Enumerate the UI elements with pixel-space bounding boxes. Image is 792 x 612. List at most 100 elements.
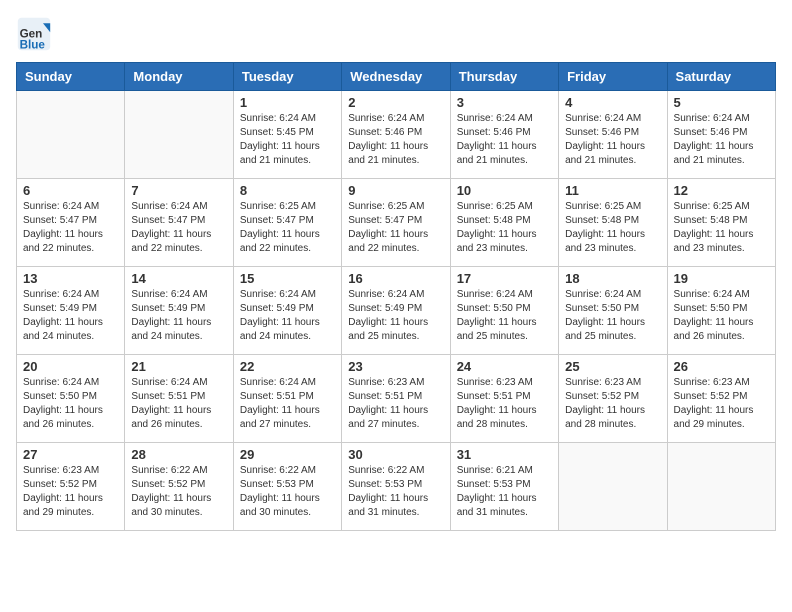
calendar-day-cell: 3 Sunrise: 6:24 AMSunset: 5:46 PMDaylight… bbox=[450, 91, 558, 179]
calendar-day-cell: 21Sunrise: 6:24 AMSunset: 5:51 PMDayligh… bbox=[125, 355, 233, 443]
day-number: 7 bbox=[131, 183, 226, 198]
day-number: 25 bbox=[565, 359, 660, 374]
calendar-day-cell: 13 Sunrise: 6:24 AMSunset: 5:49 PMDayligh… bbox=[17, 267, 125, 355]
day-number: 9 bbox=[348, 183, 443, 198]
calendar-week-row: 20 Sunrise: 6:24 AMSunset: 5:50 PMDayligh… bbox=[17, 355, 776, 443]
day-info: Sunrise: 6:24 AMSunset: 5:49 PMDaylight:… bbox=[348, 288, 443, 344]
calendar-day-cell: 2 Sunrise: 6:24 AMSunset: 5:46 PMDaylight… bbox=[342, 91, 450, 179]
day-info: Sunrise: 6:24 AMSunset: 5:46 PMDaylight:… bbox=[348, 112, 443, 168]
calendar-day-cell: 27Sunrise: 6:23 AMSunset: 5:52 PMDayligh… bbox=[17, 443, 125, 531]
day-info: Sunrise: 6:25 AMSunset: 5:48 PMDaylight:… bbox=[674, 200, 769, 256]
page-header: Gen Blue bbox=[16, 16, 776, 52]
calendar-day-cell: 29Sunrise: 6:22 AMSunset: 5:53 PMDayligh… bbox=[233, 443, 341, 531]
calendar-day-cell: 10Sunrise: 6:25 AMSunset: 5:48 PMDayligh… bbox=[450, 179, 558, 267]
day-number: 17 bbox=[457, 271, 552, 286]
calendar-day-cell: 25 Sunrise: 6:23 AMSunset: 5:52 PMDayligh… bbox=[559, 355, 667, 443]
day-number: 21 bbox=[131, 359, 226, 374]
day-number: 8 bbox=[240, 183, 335, 198]
calendar-day-cell: 14 Sunrise: 6:24 AMSunset: 5:49 PMDayligh… bbox=[125, 267, 233, 355]
day-info: Sunrise: 6:22 AMSunset: 5:53 PMDaylight:… bbox=[240, 464, 335, 520]
day-number: 13 bbox=[23, 271, 118, 286]
day-info: Sunrise: 6:24 AMSunset: 5:49 PMDaylight:… bbox=[23, 288, 118, 344]
calendar-week-row: 1 Sunrise: 6:24 AMSunset: 5:45 PMDaylight… bbox=[17, 91, 776, 179]
day-number: 30 bbox=[348, 447, 443, 462]
day-number: 15 bbox=[240, 271, 335, 286]
day-number: 22 bbox=[240, 359, 335, 374]
calendar-day-cell bbox=[17, 91, 125, 179]
calendar-day-cell: 24Sunrise: 6:23 AMSunset: 5:51 PMDayligh… bbox=[450, 355, 558, 443]
calendar-day-cell: 30 Sunrise: 6:22 AMSunset: 5:53 PMDayligh… bbox=[342, 443, 450, 531]
calendar-day-cell: 26 Sunrise: 6:23 AMSunset: 5:52 PMDayligh… bbox=[667, 355, 775, 443]
day-info: Sunrise: 6:24 AMSunset: 5:49 PMDaylight:… bbox=[240, 288, 335, 344]
day-number: 3 bbox=[457, 95, 552, 110]
day-info: Sunrise: 6:23 AMSunset: 5:52 PMDaylight:… bbox=[23, 464, 118, 520]
day-number: 23 bbox=[348, 359, 443, 374]
day-info: Sunrise: 6:23 AMSunset: 5:52 PMDaylight:… bbox=[674, 376, 769, 432]
day-number: 11 bbox=[565, 183, 660, 198]
calendar-day-cell: 12Sunrise: 6:25 AMSunset: 5:48 PMDayligh… bbox=[667, 179, 775, 267]
day-number: 5 bbox=[674, 95, 769, 110]
calendar-week-row: 13 Sunrise: 6:24 AMSunset: 5:49 PMDayligh… bbox=[17, 267, 776, 355]
calendar-day-cell: 4 Sunrise: 6:24 AMSunset: 5:46 PMDaylight… bbox=[559, 91, 667, 179]
day-number: 24 bbox=[457, 359, 552, 374]
calendar-day-cell: 11 Sunrise: 6:25 AMSunset: 5:48 PMDayligh… bbox=[559, 179, 667, 267]
calendar-day-header: Wednesday bbox=[342, 63, 450, 91]
day-info: Sunrise: 6:24 AMSunset: 5:45 PMDaylight:… bbox=[240, 112, 335, 168]
calendar-day-cell: 1 Sunrise: 6:24 AMSunset: 5:45 PMDaylight… bbox=[233, 91, 341, 179]
calendar-day-header: Saturday bbox=[667, 63, 775, 91]
day-number: 20 bbox=[23, 359, 118, 374]
calendar-day-cell: 23 Sunrise: 6:23 AMSunset: 5:51 PMDayligh… bbox=[342, 355, 450, 443]
calendar-week-row: 27Sunrise: 6:23 AMSunset: 5:52 PMDayligh… bbox=[17, 443, 776, 531]
calendar-day-cell: 19 Sunrise: 6:24 AMSunset: 5:50 PMDayligh… bbox=[667, 267, 775, 355]
day-info: Sunrise: 6:24 AMSunset: 5:47 PMDaylight:… bbox=[23, 200, 118, 256]
day-info: Sunrise: 6:24 AMSunset: 5:47 PMDaylight:… bbox=[131, 200, 226, 256]
day-info: Sunrise: 6:24 AMSunset: 5:50 PMDaylight:… bbox=[674, 288, 769, 344]
day-number: 2 bbox=[348, 95, 443, 110]
calendar-table: SundayMondayTuesdayWednesdayThursdayFrid… bbox=[16, 62, 776, 531]
day-number: 19 bbox=[674, 271, 769, 286]
day-number: 31 bbox=[457, 447, 552, 462]
day-info: Sunrise: 6:24 AMSunset: 5:51 PMDaylight:… bbox=[240, 376, 335, 432]
calendar-day-header: Sunday bbox=[17, 63, 125, 91]
calendar-day-header: Friday bbox=[559, 63, 667, 91]
logo-icon: Gen Blue bbox=[16, 16, 52, 52]
day-info: Sunrise: 6:25 AMSunset: 5:48 PMDaylight:… bbox=[565, 200, 660, 256]
calendar-day-cell: 6 Sunrise: 6:24 AMSunset: 5:47 PMDaylight… bbox=[17, 179, 125, 267]
day-number: 14 bbox=[131, 271, 226, 286]
calendar-day-cell: 9 Sunrise: 6:25 AMSunset: 5:47 PMDaylight… bbox=[342, 179, 450, 267]
day-info: Sunrise: 6:23 AMSunset: 5:52 PMDaylight:… bbox=[565, 376, 660, 432]
calendar-day-cell: 16 Sunrise: 6:24 AMSunset: 5:49 PMDayligh… bbox=[342, 267, 450, 355]
calendar-day-cell: 5 Sunrise: 6:24 AMSunset: 5:46 PMDaylight… bbox=[667, 91, 775, 179]
day-info: Sunrise: 6:24 AMSunset: 5:46 PMDaylight:… bbox=[674, 112, 769, 168]
day-number: 10 bbox=[457, 183, 552, 198]
calendar-day-cell: 15 Sunrise: 6:24 AMSunset: 5:49 PMDayligh… bbox=[233, 267, 341, 355]
day-number: 18 bbox=[565, 271, 660, 286]
calendar-day-cell bbox=[667, 443, 775, 531]
calendar-day-cell: 8 Sunrise: 6:25 AMSunset: 5:47 PMDaylight… bbox=[233, 179, 341, 267]
logo: Gen Blue bbox=[16, 16, 56, 52]
calendar-header-row: SundayMondayTuesdayWednesdayThursdayFrid… bbox=[17, 63, 776, 91]
calendar-day-cell: 22 Sunrise: 6:24 AMSunset: 5:51 PMDayligh… bbox=[233, 355, 341, 443]
day-info: Sunrise: 6:24 AMSunset: 5:46 PMDaylight:… bbox=[457, 112, 552, 168]
day-info: Sunrise: 6:23 AMSunset: 5:51 PMDaylight:… bbox=[348, 376, 443, 432]
calendar-day-cell: 17Sunrise: 6:24 AMSunset: 5:50 PMDayligh… bbox=[450, 267, 558, 355]
day-info: Sunrise: 6:25 AMSunset: 5:47 PMDaylight:… bbox=[348, 200, 443, 256]
day-number: 1 bbox=[240, 95, 335, 110]
calendar-day-header: Monday bbox=[125, 63, 233, 91]
day-info: Sunrise: 6:24 AMSunset: 5:46 PMDaylight:… bbox=[565, 112, 660, 168]
day-number: 16 bbox=[348, 271, 443, 286]
calendar-day-cell: 31 Sunrise: 6:21 AMSunset: 5:53 PMDayligh… bbox=[450, 443, 558, 531]
day-info: Sunrise: 6:25 AMSunset: 5:47 PMDaylight:… bbox=[240, 200, 335, 256]
calendar-day-cell: 28Sunrise: 6:22 AMSunset: 5:52 PMDayligh… bbox=[125, 443, 233, 531]
calendar-day-cell bbox=[559, 443, 667, 531]
calendar-day-cell: 7 Sunrise: 6:24 AMSunset: 5:47 PMDaylight… bbox=[125, 179, 233, 267]
day-number: 4 bbox=[565, 95, 660, 110]
svg-text:Blue: Blue bbox=[20, 38, 46, 51]
day-info: Sunrise: 6:24 AMSunset: 5:50 PMDaylight:… bbox=[23, 376, 118, 432]
day-info: Sunrise: 6:22 AMSunset: 5:53 PMDaylight:… bbox=[348, 464, 443, 520]
day-number: 6 bbox=[23, 183, 118, 198]
calendar-day-header: Tuesday bbox=[233, 63, 341, 91]
day-info: Sunrise: 6:24 AMSunset: 5:49 PMDaylight:… bbox=[131, 288, 226, 344]
day-number: 26 bbox=[674, 359, 769, 374]
day-info: Sunrise: 6:21 AMSunset: 5:53 PMDaylight:… bbox=[457, 464, 552, 520]
